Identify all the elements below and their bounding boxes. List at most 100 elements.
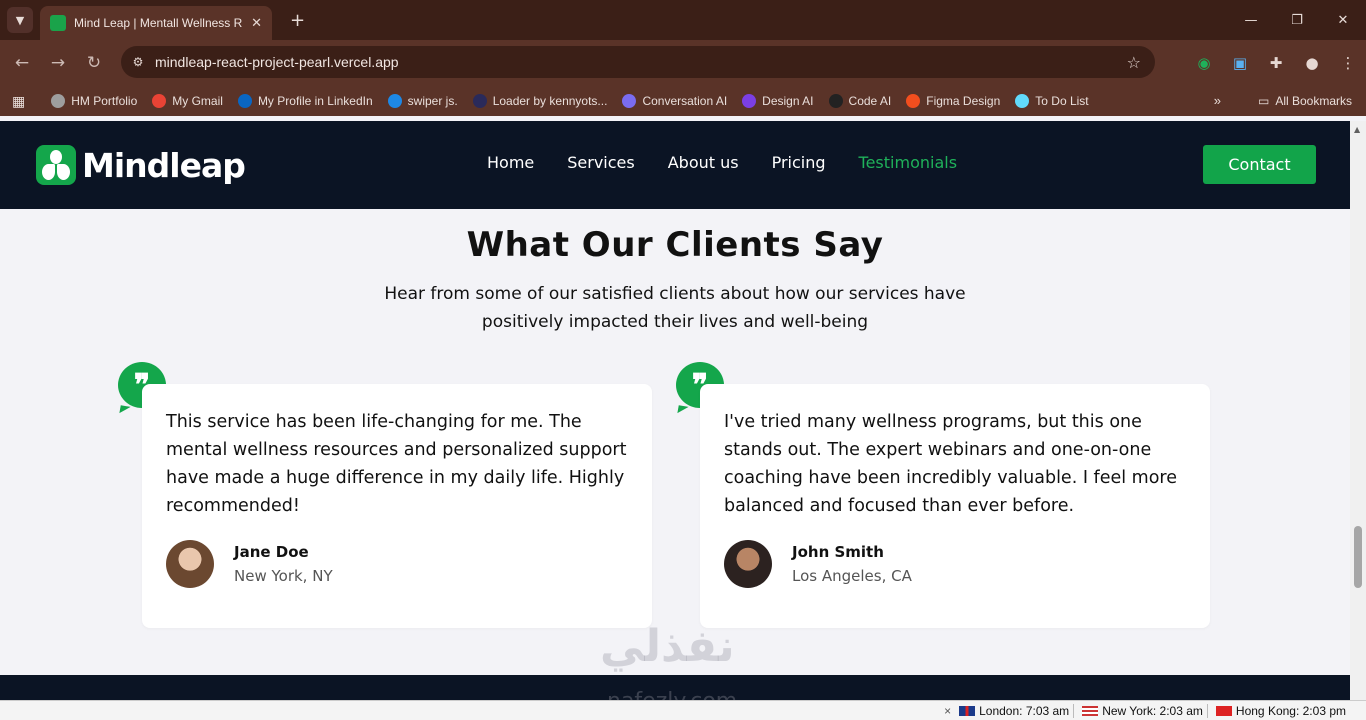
scroll-up-arrow-icon[interactable]: ▲ — [1354, 125, 1360, 134]
close-icon[interactable]: ✕ — [251, 16, 262, 31]
bookmark-favicon-icon — [472, 94, 487, 108]
testimonial-card: I've tried many wellness programs, but t… — [700, 384, 1210, 628]
bookmark-label: Figma Design — [926, 94, 1001, 108]
site-navbar: Mindleap Home Services About us Pricing Test… — [0, 121, 1350, 209]
client-name: Jane Doe — [234, 543, 309, 561]
bookmark-favicon-icon — [1015, 94, 1030, 108]
testimonial-text: I've tried many wellness programs, but t… — [724, 412, 1177, 516]
more-bookmarks-chevron-icon[interactable]: » — [1214, 93, 1221, 108]
us-flag-icon — [1082, 706, 1099, 716]
nav-link-testimonials[interactable]: Testimonials — [859, 153, 958, 172]
clock-new-york: New York: 2:03 am — [1073, 704, 1203, 718]
back-arrow-icon[interactable]: ← — [4, 53, 40, 73]
page-scrollbar[interactable]: ▲ — [1350, 121, 1366, 700]
address-bar[interactable]: ⚙ mindleap-react-project-pearl.vercel.ap… — [121, 46, 1155, 78]
clock-london: London: 7:03 am — [959, 704, 1069, 718]
bookmark-item[interactable]: Conversation AI — [622, 94, 727, 108]
bookmark-item[interactable]: To Do List — [1015, 94, 1089, 108]
all-bookmarks-label: All Bookmarks — [1275, 94, 1352, 108]
clock-hong-kong: Hong Kong: 2:03 pm — [1206, 704, 1346, 718]
bookmark-favicon-icon — [906, 94, 921, 108]
bookmark-item[interactable]: My Profile in LinkedIn — [237, 94, 373, 108]
bookmark-item[interactable]: Loader by kennyots... — [472, 94, 608, 108]
clock-text: London: 7:03 am — [979, 704, 1070, 718]
bookmark-list: HM Portfolio My Gmail My Profile in Linked… — [51, 94, 1103, 108]
clock-text: Hong Kong: 2:03 pm — [1235, 704, 1346, 718]
watermark-latin: nafezly.com — [607, 689, 737, 700]
url-text[interactable]: mindleap-react-project-pearl.vercel.app — [155, 54, 399, 70]
minimize-icon[interactable]: — — [1228, 0, 1274, 40]
nav-link-about-us[interactable]: About us — [668, 153, 739, 172]
world-clocks: × London: 7:03 am New York: 2:03 am Hong… — [944, 704, 1346, 718]
all-bookmarks-folder[interactable]: ▭ All Bookmarks — [1258, 94, 1352, 108]
new-tab-plus-icon[interactable]: + — [290, 10, 305, 31]
bookmark-item[interactable]: Code AI — [828, 94, 892, 108]
reload-icon[interactable]: ↻ — [76, 53, 112, 73]
site-logo[interactable]: Mindleap — [36, 145, 246, 185]
bookmark-label: Loader by kennyots... — [492, 94, 608, 108]
bookmark-star-icon[interactable]: ☆ — [1127, 53, 1141, 72]
nav-link-services[interactable]: Services — [567, 153, 634, 172]
nav-link-home[interactable]: Home — [487, 153, 534, 172]
bookmark-label: My Gmail — [172, 94, 223, 108]
radio-extension-icon[interactable]: ▣ — [1222, 54, 1258, 72]
bookmark-label: HM Portfolio — [71, 94, 138, 108]
client-location: Los Angeles, CA — [792, 567, 912, 585]
client-location: New York, NY — [234, 567, 333, 585]
testimonial-card: This service has been life-changing for … — [142, 384, 652, 628]
site-settings-icon[interactable]: ⚙ — [121, 55, 155, 69]
toolbar-extensions: ◉ ▣ ✚ ● ⋮ — [1186, 40, 1366, 86]
chevron-down-icon: ▼ — [15, 13, 25, 27]
bookmark-label: Design AI — [762, 94, 814, 108]
bookmark-item[interactable]: HM Portfolio — [51, 94, 137, 108]
forward-arrow-icon[interactable]: → — [40, 53, 76, 73]
bookmark-favicon-icon — [51, 94, 66, 108]
folder-icon: ▭ — [1257, 94, 1270, 108]
tab-title: Mind Leap | Mentall Wellness R — [74, 16, 242, 30]
bookmark-favicon-icon — [152, 94, 167, 108]
contact-button[interactable]: Contact — [1203, 145, 1316, 184]
section-title: What Our Clients Say — [466, 225, 884, 265]
apps-grid-icon[interactable]: ▦ — [12, 93, 25, 110]
scroll-thumb[interactable] — [1354, 526, 1362, 588]
page-viewport: Mindleap Home Services About us Pricing Test… — [0, 121, 1350, 700]
uk-flag-icon — [959, 706, 976, 716]
bookmarks-bar: ▦ HM Portfolio My Gmail My Profile in Link… — [0, 86, 1366, 116]
browser-toolbar: ← → ↻ ⚙ mindleap-react-project-pearl.ver… — [0, 40, 1366, 86]
window-close-icon[interactable]: ✕ — [1320, 0, 1366, 40]
bookmark-label: swiper js. — [407, 94, 458, 108]
bookmark-item[interactable]: Design AI — [742, 94, 814, 108]
section-subtitle: Hear from some of our satisfied clients … — [384, 284, 966, 332]
bookmark-favicon-icon — [742, 94, 757, 108]
tab-search-button[interactable]: ▼ — [7, 7, 33, 33]
menu-kebab-icon[interactable]: ⋮ — [1330, 54, 1366, 72]
avatar — [724, 540, 772, 588]
client-name: John Smith — [792, 543, 884, 561]
maximize-icon[interactable]: ❐ — [1274, 0, 1320, 40]
bookmark-label: To Do List — [1035, 94, 1089, 108]
grammarly-icon[interactable]: ◉ — [1186, 54, 1222, 72]
clock-text: New York: 2:03 am — [1102, 704, 1203, 718]
testimonial-text: This service has been life-changing for … — [166, 412, 627, 516]
profile-avatar-icon[interactable]: ● — [1294, 54, 1330, 72]
bookmark-label: My Profile in LinkedIn — [257, 94, 373, 108]
close-clocks-icon[interactable]: × — [944, 704, 951, 718]
nav-link-pricing[interactable]: Pricing — [772, 153, 826, 172]
leaf-logo-icon — [36, 145, 76, 185]
bookmark-favicon-icon — [387, 94, 402, 108]
bookmark-label: Code AI — [848, 94, 892, 108]
bookmark-favicon-icon — [622, 94, 637, 108]
bookmark-favicon-icon — [828, 94, 843, 108]
main-nav: Home Services About us Pricing Testimonials — [487, 153, 990, 172]
logo-text: Mindleap — [82, 145, 246, 185]
mindleap-favicon-icon — [50, 15, 66, 31]
extensions-puzzle-icon[interactable]: ✚ — [1258, 54, 1294, 72]
bookmark-item[interactable]: Figma Design — [906, 94, 1000, 108]
watermark-arabic: نفذلي — [600, 621, 735, 672]
avatar — [166, 540, 214, 588]
browser-tab[interactable]: Mind Leap | Mentall Wellness R ✕ — [40, 6, 272, 40]
bookmark-item[interactable]: My Gmail — [152, 94, 223, 108]
bookmark-favicon-icon — [237, 94, 252, 108]
window-controls: — ❐ ✕ — [1228, 0, 1366, 40]
bookmark-item[interactable]: swiper js. — [387, 94, 458, 108]
